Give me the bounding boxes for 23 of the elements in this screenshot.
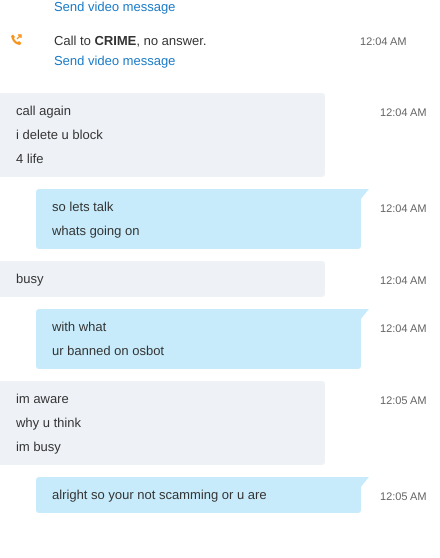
message-text: im busy (16, 438, 62, 456)
timestamp: 12:05 AM (380, 490, 426, 505)
message-text: ur banned on osbot (52, 342, 166, 360)
message-text: 4 life (16, 150, 44, 168)
message-text: call again (16, 102, 72, 120)
message-text: why u think (16, 414, 82, 432)
message-text: with what (52, 318, 108, 336)
message-text: alright so your not scamming or u are (52, 486, 268, 504)
timestamp: 12:04 AM (380, 202, 426, 217)
missed-call-icon (10, 34, 22, 46)
timestamp: 12:04 AM (380, 274, 426, 289)
timestamp: 12:05 AM (380, 394, 426, 409)
call-status-text: Call to CRIME, no answer. (54, 33, 208, 49)
timestamp: 12:04 AM (380, 322, 426, 337)
timestamp: 12:04 AM (380, 106, 426, 121)
message-text: so lets talk (52, 198, 114, 216)
message-text: busy (16, 270, 44, 288)
timestamp: 12:04 AM (360, 35, 406, 50)
send-video-message-link[interactable]: Send video message (54, 0, 176, 15)
message-text: im aware (16, 390, 70, 408)
send-video-message-link[interactable]: Send video message (54, 53, 176, 69)
message-text: i delete u block (16, 126, 104, 144)
message-text: whats going on (52, 222, 140, 240)
